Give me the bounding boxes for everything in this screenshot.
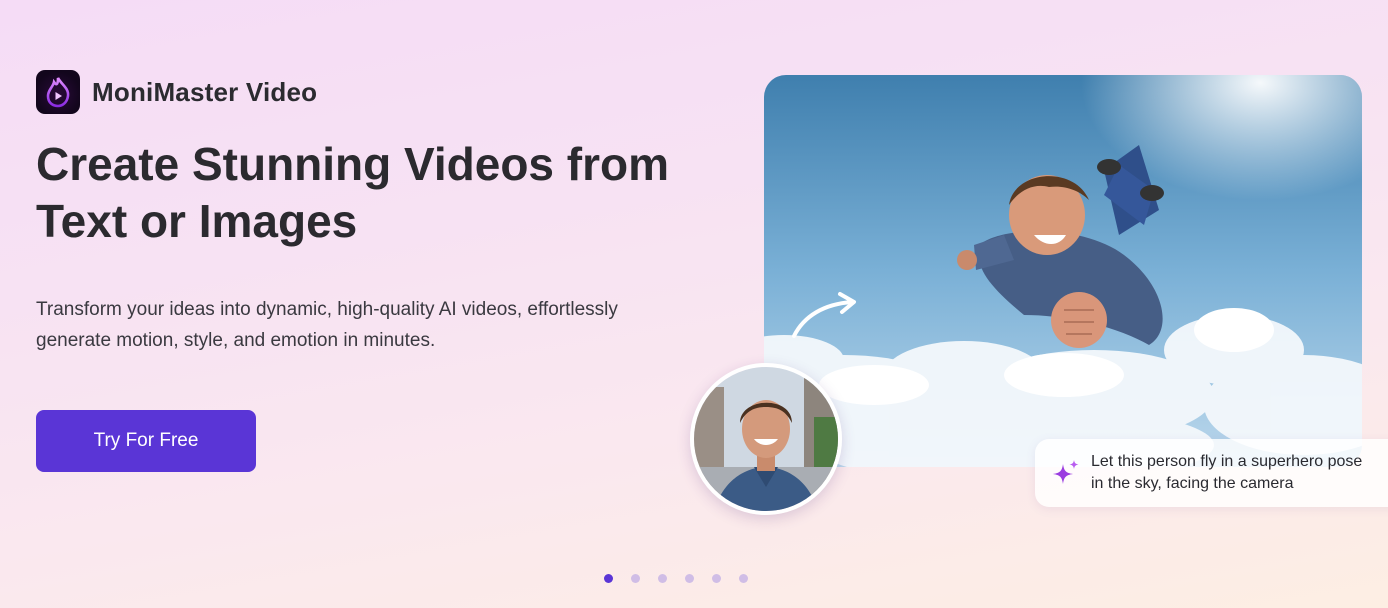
- try-for-free-button[interactable]: Try For Free: [36, 410, 256, 472]
- carousel-dot-1[interactable]: [604, 574, 613, 583]
- carousel-dot-5[interactable]: [712, 574, 721, 583]
- sparkle-icon: [1053, 460, 1079, 484]
- prompt-card: Let this person fly in a superhero pose …: [1035, 439, 1388, 507]
- carousel-dot-3[interactable]: [658, 574, 667, 583]
- carousel-dot-2[interactable]: [631, 574, 640, 583]
- source-portrait-avatar: [690, 363, 842, 515]
- flame-play-logo-icon: [36, 70, 80, 114]
- prompt-text: Let this person fly in a superhero pose …: [1091, 453, 1363, 492]
- hero-subtext: Transform your ideas into dynamic, high-…: [36, 299, 618, 351]
- brand[interactable]: MoniMaster Video: [36, 70, 317, 114]
- brand-name: MoniMaster Video: [92, 76, 318, 107]
- carousel-pagination: [604, 574, 748, 583]
- curved-arrow-icon: [792, 292, 856, 338]
- page-title: Create Stunning Videos from Text or Imag…: [36, 138, 670, 247]
- carousel-dot-4[interactable]: [685, 574, 694, 583]
- showcase-sky-image: [764, 75, 1362, 467]
- carousel-dot-6[interactable]: [739, 574, 748, 583]
